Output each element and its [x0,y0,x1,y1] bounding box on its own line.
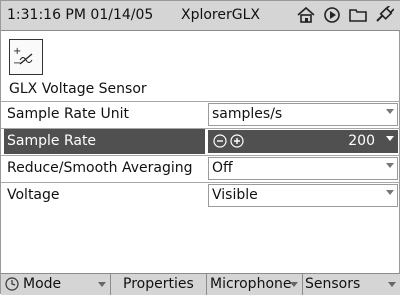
stepper-controls [213,134,244,148]
dropdown-arrow-icon [98,282,106,287]
decrement-icon[interactable] [213,134,227,148]
averaging-select[interactable]: Off [208,157,398,180]
property-row-sample-rate[interactable]: Sample Rate 200 [1,129,400,155]
sensors-softkey[interactable]: Sensors [303,274,400,295]
voltage-sensor-icon: + − [9,39,43,75]
dropdown-arrow-icon [388,282,396,287]
home-icon[interactable] [296,5,316,25]
date-text: 01/14/05 [90,7,154,23]
property-label: Sample Rate [4,129,205,154]
softkey-label: Properties [123,276,194,292]
sensor-name: GLX Voltage Sensor [9,81,147,97]
property-label: Voltage [7,187,60,203]
voltage-select[interactable]: Visible [208,184,398,207]
softkey-label: Sensors [305,276,361,292]
time-text: 1:31:16 PM [7,7,86,23]
microphone-softkey[interactable]: Microphone [207,274,303,295]
softkey-label: Microphone [210,276,292,292]
mode-softkey[interactable]: Mode [1,274,111,295]
property-label: Sample Rate Unit [7,106,129,122]
property-row-voltage[interactable]: Voltage Visible [1,183,400,209]
dropdown-arrow-icon [290,282,298,287]
plug-icon[interactable] [374,5,394,25]
clock-time: 1:31:16 PM 01/14/05 [7,7,153,23]
status-bar: 1:31:16 PM 01/14/05 XplorerGLX [1,1,400,31]
softkey-bar: Mode Properties Microphone Sensors [1,273,400,295]
window: 1:31:16 PM 01/14/05 XplorerGLX + − GLX V… [0,0,400,295]
select-value: Visible [212,187,258,203]
status-icons [296,5,394,25]
increment-icon[interactable] [230,134,244,148]
dropdown-arrow-icon [386,190,394,195]
folder-icon[interactable] [348,5,368,25]
app-title: XplorerGLX [181,7,260,23]
softkey-label: Mode [23,276,62,292]
property-row-sample-rate-unit[interactable]: Sample Rate Unit samples/s [1,102,400,128]
dropdown-arrow-icon [386,109,394,114]
sample-rate-stepper[interactable]: 200 [208,130,398,153]
sample-rate-unit-select[interactable]: samples/s [208,103,398,126]
select-value: Off [212,160,233,176]
play-icon[interactable] [322,5,342,25]
dropdown-arrow-icon [386,163,394,168]
properties-softkey[interactable]: Properties [111,274,207,295]
sample-rate-value: 200 [348,133,375,149]
property-label: Reduce/Smooth Averaging [7,160,193,176]
svg-text:+: + [13,46,21,57]
property-row-averaging[interactable]: Reduce/Smooth Averaging Off [1,156,400,182]
dropdown-arrow-icon [386,136,394,141]
clock-icon [5,277,19,291]
select-value: samples/s [212,106,283,122]
